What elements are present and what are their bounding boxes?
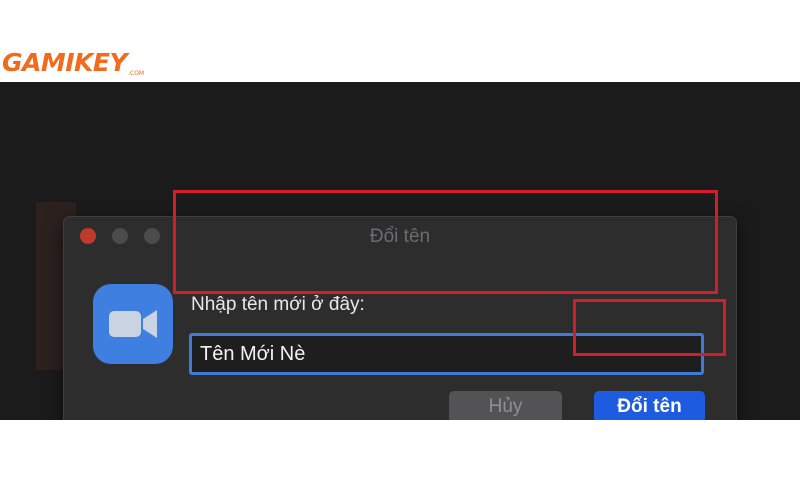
dialog-titlebar: Đổi tên bbox=[64, 217, 736, 255]
rename-confirm-button[interactable]: Đổi tên bbox=[594, 391, 705, 420]
new-name-label: Nhập tên mới ở đây: bbox=[191, 294, 365, 315]
logo-domain: .COM bbox=[128, 70, 145, 77]
rename-dialog: Đổi tên Nhập tên mới ở đây: Hủy Đổi tên bbox=[63, 216, 737, 420]
app-background: Đổi tên Nhập tên mới ở đây: Hủy Đổi tên bbox=[0, 82, 800, 420]
zoom-app-icon bbox=[93, 284, 173, 364]
cancel-button[interactable]: Hủy bbox=[449, 391, 562, 420]
logo-text: GAMIKEY bbox=[2, 48, 128, 77]
gamikey-logo: GAMIKEY .COM bbox=[2, 48, 144, 80]
dialog-title: Đổi tên bbox=[369, 226, 431, 247]
video-camera-icon bbox=[109, 310, 157, 338]
new-name-input[interactable] bbox=[189, 333, 704, 375]
